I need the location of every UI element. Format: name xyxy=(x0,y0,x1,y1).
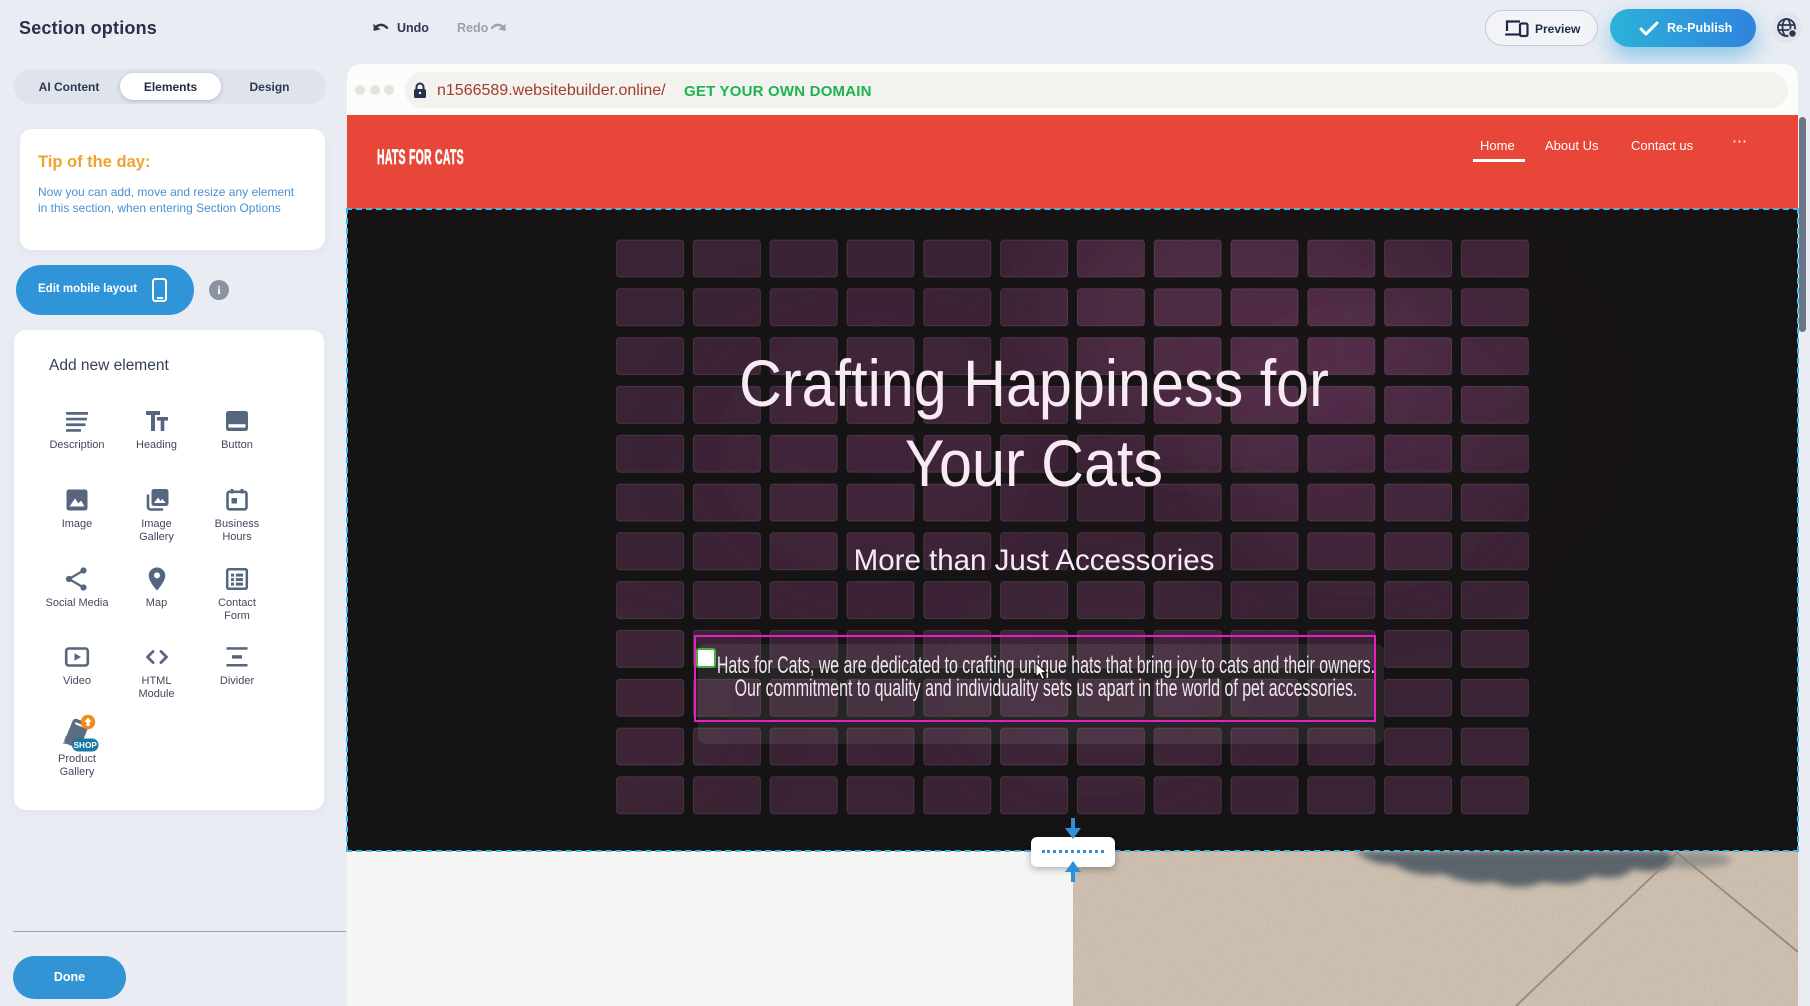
svg-text:SHOP: SHOP xyxy=(74,741,98,750)
